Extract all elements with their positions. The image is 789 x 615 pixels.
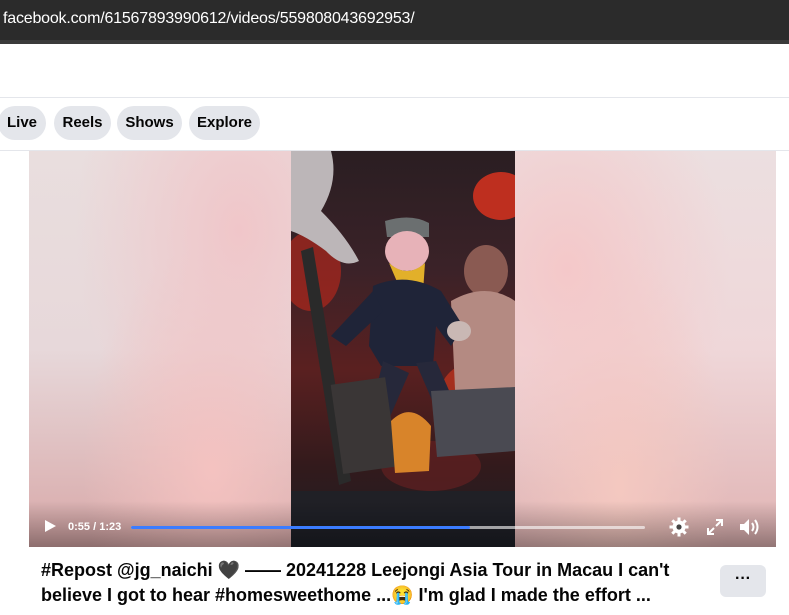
caption-line-2: believe I got to hear #homesweethome ...…	[41, 585, 651, 605]
video-nav-tabs: Live Reels Shows Explore	[0, 98, 789, 151]
video-player[interactable]: 0:55 / 1:23	[29, 151, 776, 547]
settings-gear-icon[interactable]	[669, 517, 689, 537]
progress-fill	[131, 526, 471, 529]
tab-shows[interactable]: Shows	[117, 106, 182, 140]
volume-icon[interactable]	[739, 517, 761, 537]
url-text[interactable]: facebook.com/61567893990612/videos/55980…	[3, 10, 415, 28]
duration: 1:23	[99, 521, 122, 533]
video-blur-right	[515, 151, 776, 547]
caption-line-1: #Repost @jg_naichi 🖤 —— 20241228 Leejong…	[41, 560, 670, 580]
more-options-button[interactable]: ···	[720, 565, 766, 597]
tab-live[interactable]: Live	[0, 106, 46, 140]
tab-explore[interactable]: Explore	[189, 106, 260, 140]
video-scene-image	[291, 151, 515, 547]
video-frame[interactable]	[291, 151, 515, 547]
playback-time: 0:55 / 1:23	[68, 521, 121, 533]
tab-reels[interactable]: Reels	[54, 106, 111, 140]
post-caption[interactable]: #Repost @jg_naichi 🖤 —— 20241228 Leejong…	[41, 558, 711, 608]
play-icon[interactable]	[43, 519, 57, 533]
video-blur-left	[29, 151, 291, 547]
browser-url-bar[interactable]: facebook.com/61567893990612/videos/55980…	[0, 0, 789, 44]
header-area	[0, 44, 789, 98]
time-separator: /	[90, 521, 100, 533]
current-time: 0:55	[68, 521, 91, 533]
fullscreen-icon[interactable]	[707, 519, 723, 535]
progress-bar[interactable]	[131, 526, 645, 529]
video-controls: 0:55 / 1:23	[29, 501, 776, 547]
